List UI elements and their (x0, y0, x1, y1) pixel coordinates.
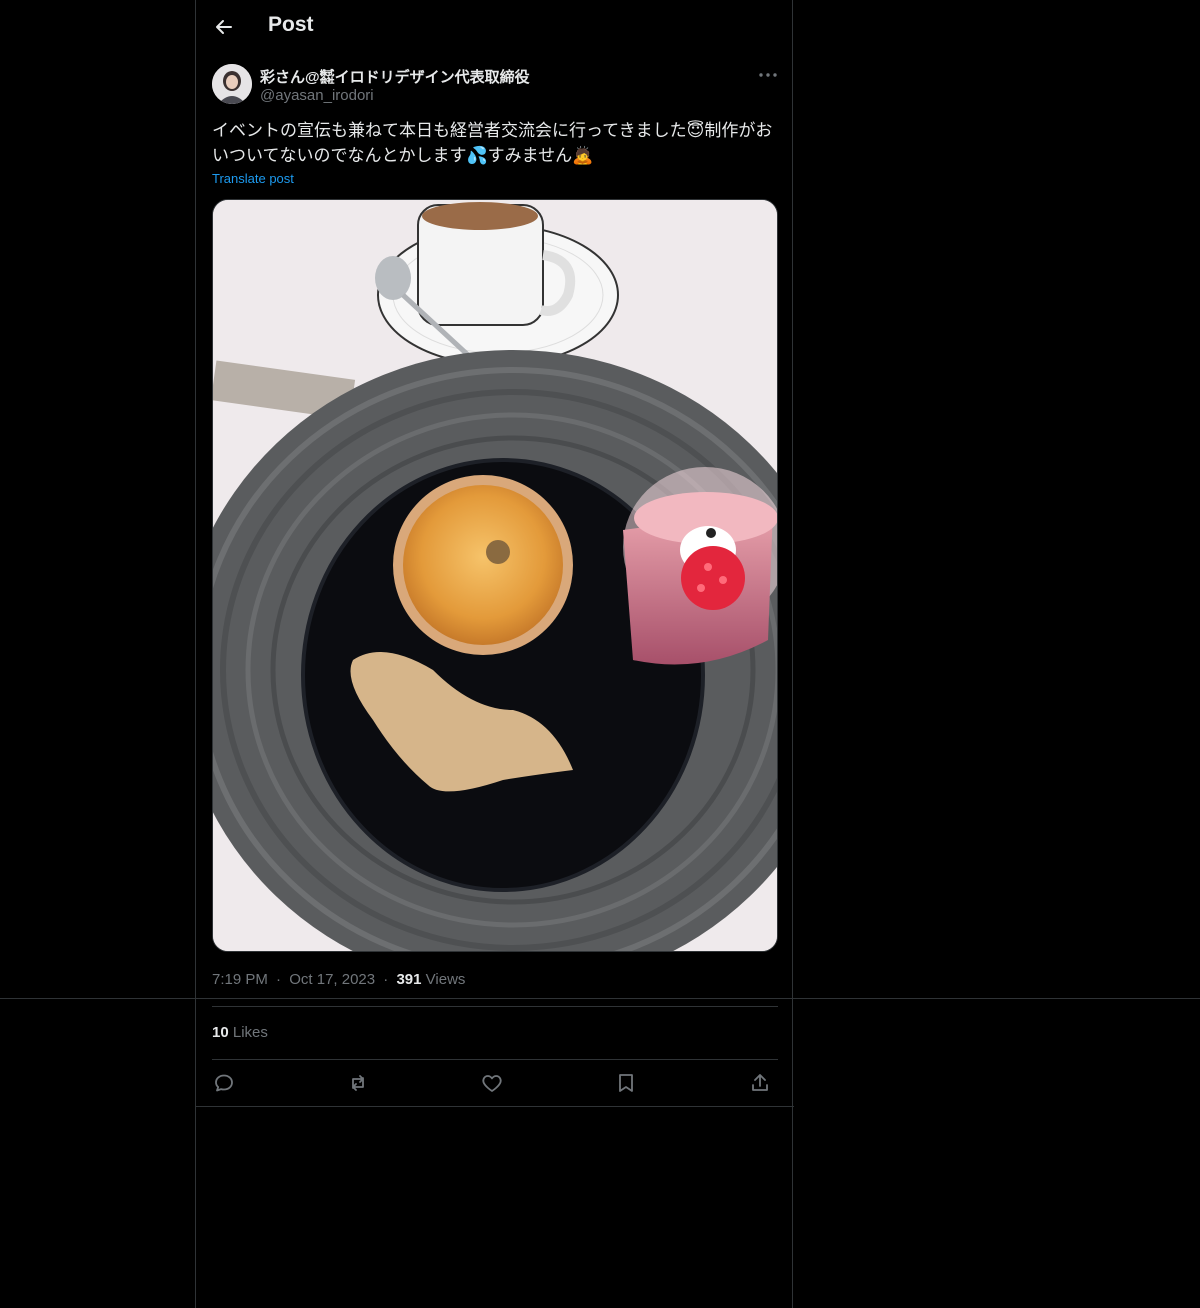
likes-stat[interactable]: 10 Likes (212, 1024, 268, 1041)
reply-icon (215, 1074, 233, 1092)
post-image[interactable] (212, 199, 778, 952)
divider (212, 1006, 778, 1007)
bookmark-icon (619, 1074, 633, 1092)
translate-post-link[interactable]: Translate post (212, 171, 294, 186)
views-count: 391 (396, 971, 422, 988)
author-display-name[interactable]: 彩さん@㍿イロドリデザイン代表取締役 (260, 66, 530, 87)
top-bar: Post (196, 0, 794, 54)
like-button[interactable] (480, 1071, 504, 1095)
arrow-left-icon (216, 20, 232, 34)
repost-button[interactable] (346, 1071, 370, 1095)
post-metadata: 7:19 PM · Oct 17, 2023 · 391 Views (212, 971, 465, 988)
action-bar (212, 1068, 778, 1098)
post-text: イベントの宣伝も兼ねて本日も経営者交流会に行ってきました😇制作がお いついてない… (212, 118, 780, 168)
avatar-image (212, 64, 252, 104)
post-date[interactable]: Oct 17, 2023 (289, 971, 375, 988)
share-icon (752, 1074, 768, 1091)
repost-icon (352, 1075, 364, 1091)
page-title: Post (268, 13, 314, 36)
avatar[interactable] (212, 64, 252, 104)
separator-dot: · (276, 971, 282, 988)
reply-button[interactable] (212, 1071, 236, 1095)
divider (212, 1059, 778, 1060)
separator-dot: · (383, 971, 389, 988)
post-text-line: いついてないのでなんとかします💦すみません🙇 (212, 146, 594, 165)
post-time[interactable]: 7:19 PM (212, 971, 268, 988)
more-horizontal-icon (759, 73, 777, 77)
likes-count: 10 (212, 1024, 229, 1041)
main-column: Post 彩さん@㍿イロドリデザイン代表取締役 @ayasan_irodori … (195, 0, 794, 1308)
heart-icon (482, 1075, 502, 1092)
divider (196, 1106, 794, 1107)
back-button[interactable] (212, 15, 236, 39)
more-options-button[interactable] (756, 66, 780, 84)
post-text-line: イベントの宣伝も兼ねて本日も経営者交流会に行ってきました😇制作がお (212, 121, 773, 140)
views-label: Views (425, 971, 466, 988)
bookmark-button[interactable] (614, 1071, 638, 1095)
author-handle[interactable]: @ayasan_irodori (260, 87, 374, 104)
dessert-photo (213, 200, 777, 951)
likes-label: Likes (232, 1024, 268, 1041)
share-button[interactable] (748, 1071, 772, 1095)
